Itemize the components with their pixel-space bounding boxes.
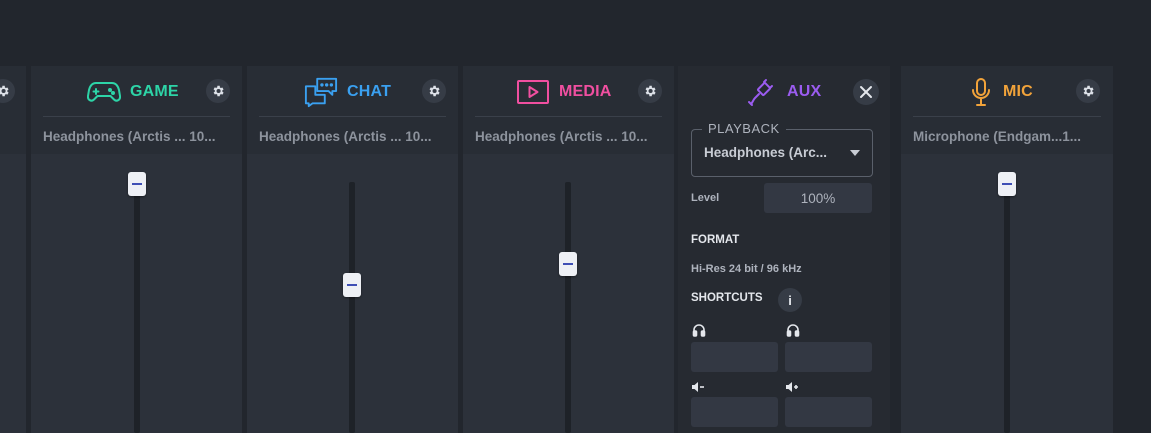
divider [475, 116, 662, 117]
shortcut-input[interactable] [691, 397, 778, 427]
gear-icon[interactable] [1076, 79, 1100, 103]
headphones-icon [692, 323, 706, 337]
slider-area [463, 154, 674, 433]
channel-name: GAME [130, 83, 179, 100]
channel-header: GAME [31, 66, 242, 116]
channel-name: MEDIA [559, 83, 612, 100]
volume-track[interactable] [1004, 182, 1010, 433]
format-value: Hi-Res 24 bit / 96 kHz [691, 263, 802, 275]
channel-header: MEDIA [463, 66, 674, 116]
format-label: FORMAT [691, 234, 740, 246]
playback-value: Headphones (Arc... [704, 145, 828, 160]
volume-up-icon [785, 380, 799, 394]
channel-name: AUX [787, 83, 822, 100]
device-name[interactable]: Headphones (Arctis ... 10... [259, 129, 450, 144]
gear-icon[interactable] [206, 79, 230, 103]
shortcut-input[interactable] [691, 342, 778, 372]
close-icon [860, 86, 872, 98]
divider [913, 116, 1101, 117]
gear-icon[interactable] [422, 79, 446, 103]
shortcut-input[interactable] [785, 397, 872, 427]
volume-thumb[interactable] [343, 273, 361, 297]
volume-thumb[interactable] [128, 172, 146, 196]
gear-icon[interactable] [638, 79, 662, 103]
partial-slider-area [0, 154, 26, 433]
channel-media: MEDIA Headphones (Arctis ... 10... [463, 66, 674, 433]
headphones-icon [786, 323, 800, 337]
playback-label: PLAYBACK [702, 121, 786, 136]
info-button[interactable]: i [778, 288, 802, 312]
volume-track[interactable] [349, 182, 355, 433]
microphone-icon [968, 77, 994, 107]
play-icon [516, 77, 550, 107]
volume-thumb[interactable] [998, 172, 1016, 196]
divider [43, 116, 230, 117]
close-button[interactable] [853, 79, 879, 105]
gear-icon[interactable] [0, 79, 15, 103]
channel-mic: MIC Microphone (Endgam...1... [901, 66, 1113, 433]
channel-name: MIC [1003, 83, 1033, 100]
gamepad-icon [87, 77, 121, 107]
channel-game: GAME Headphones (Arctis ... 10... [31, 66, 242, 433]
device-name[interactable]: Headphones (Arctis ... 10... [475, 129, 666, 144]
volume-down-icon [691, 380, 705, 394]
volume-track[interactable] [134, 182, 140, 433]
channel-name: CHAT [347, 83, 392, 100]
level-label: Level [691, 192, 720, 204]
device-name[interactable]: Headphones (Arctis ... 10... [43, 129, 234, 144]
shortcut-input[interactable] [785, 342, 872, 372]
playback-select[interactable]: PLAYBACK Headphones (Arc... [691, 121, 873, 177]
volume-thumb[interactable] [559, 252, 577, 276]
channel-header: MIC [901, 66, 1113, 116]
slider-area [31, 154, 242, 433]
device-name[interactable]: Microphone (Endgam...1... [913, 129, 1105, 144]
slider-area [901, 154, 1113, 433]
channel-chat: CHAT Headphones (Arctis ... 10... [247, 66, 458, 433]
cable-icon [744, 77, 778, 107]
shortcuts-label: SHORTCUTS [691, 292, 763, 304]
level-input[interactable]: 100% [764, 183, 872, 213]
slider-area [247, 154, 458, 433]
divider [259, 116, 446, 117]
volume-track[interactable] [565, 182, 571, 433]
channel-aux-panel: AUX PLAYBACK Headphones (Arc... Level 10… [678, 66, 890, 433]
partial-channel-column [0, 66, 26, 433]
chevron-down-icon [850, 150, 860, 156]
channel-header: CHAT [247, 66, 458, 116]
chat-bubbles-icon [304, 77, 338, 108]
